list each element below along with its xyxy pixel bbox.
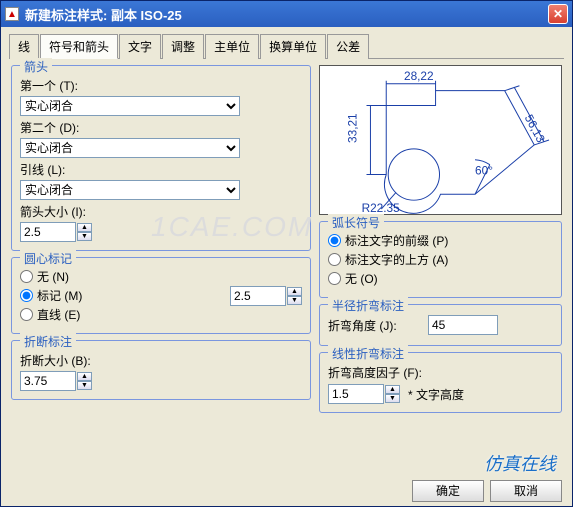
jog-factor-label: 折弯高度因子 (F): bbox=[328, 364, 553, 381]
app-icon: ▲ bbox=[5, 7, 19, 21]
tab-text[interactable]: 文字 bbox=[119, 34, 161, 59]
preview-dim-ang: 60° bbox=[475, 164, 493, 178]
arc-none-radio[interactable] bbox=[328, 272, 341, 285]
arc-above-label: 标注文字的上方 (A) bbox=[345, 251, 448, 268]
preview-dim-top: 28,22 bbox=[404, 69, 434, 83]
center-mark-radio[interactable] bbox=[20, 289, 33, 302]
leader-combo[interactable]: 实心闭合 bbox=[20, 180, 240, 200]
group-center-title: 圆心标记 bbox=[20, 250, 76, 267]
break-size-spin[interactable]: ▲▼ bbox=[77, 372, 92, 390]
dialog-title: 新建标注样式: 副本 ISO-25 bbox=[25, 5, 548, 24]
center-line-radio[interactable] bbox=[20, 308, 33, 321]
watermark-bottom-right: 仿真在线 bbox=[484, 450, 556, 476]
first-arrow-combo[interactable]: 实心闭合 bbox=[20, 96, 240, 116]
tab-strip: 线 符号和箭头 文字 调整 主单位 换算单位 公差 bbox=[9, 33, 564, 59]
group-center-mark: 圆心标记 无 (N) 标记 (M) 直线 (E) ▲▼ bbox=[11, 257, 311, 334]
second-arrow-label: 第二个 (D): bbox=[20, 119, 302, 136]
preview-svg: 28,22 33,21 56,13 R22.35 60° bbox=[320, 66, 561, 214]
group-arc-length: 弧长符号 标注文字的前缀 (P) 标注文字的上方 (A) 无 (O) bbox=[319, 221, 562, 298]
group-arrows: 箭头 第一个 (T): 实心闭合 第二个 (D): 实心闭合 引线 (L): 实… bbox=[11, 65, 311, 251]
arc-none-label: 无 (O) bbox=[345, 270, 378, 287]
ok-button[interactable]: 确定 bbox=[412, 480, 484, 502]
dialog-window: ▲ 新建标注样式: 副本 ISO-25 ✕ 线 符号和箭头 文字 调整 主单位 … bbox=[0, 0, 573, 507]
tab-line[interactable]: 线 bbox=[9, 34, 39, 59]
second-arrow-combo[interactable]: 实心闭合 bbox=[20, 138, 240, 158]
preview-pane: 28,22 33,21 56,13 R22.35 60° bbox=[319, 65, 562, 215]
arrow-size-spin[interactable]: ▲▼ bbox=[77, 223, 92, 241]
center-size-input[interactable] bbox=[230, 286, 286, 306]
center-size-spin[interactable]: ▲▼ bbox=[287, 287, 302, 305]
leader-label: 引线 (L): bbox=[20, 161, 302, 178]
center-line-label: 直线 (E) bbox=[37, 306, 80, 323]
tab-alt-units[interactable]: 换算单位 bbox=[260, 34, 326, 59]
arrow-size-label: 箭头大小 (I): bbox=[20, 203, 302, 220]
group-break-title: 折断标注 bbox=[20, 333, 76, 350]
titlebar: ▲ 新建标注样式: 副本 ISO-25 ✕ bbox=[1, 1, 572, 27]
group-linear-jog: 线性折弯标注 折弯高度因子 (F): ▲▼ * 文字高度 bbox=[319, 352, 562, 413]
arrow-size-input[interactable] bbox=[20, 222, 76, 242]
break-size-input[interactable] bbox=[20, 371, 76, 391]
arc-above-radio[interactable] bbox=[328, 253, 341, 266]
group-radius-jog: 半径折弯标注 折弯角度 (J): bbox=[319, 304, 562, 346]
preview-dim-r: R22.35 bbox=[362, 201, 401, 214]
tab-primary-units[interactable]: 主单位 bbox=[205, 34, 259, 59]
group-radjog-title: 半径折弯标注 bbox=[328, 297, 408, 314]
group-arc-title: 弧长符号 bbox=[328, 214, 384, 231]
tab-symbols-arrows[interactable]: 符号和箭头 bbox=[40, 34, 118, 59]
center-mark-label: 标记 (M) bbox=[37, 287, 82, 304]
button-bar: 确定 取消 bbox=[412, 480, 562, 502]
group-break: 折断标注 折断大小 (B): ▲▼ bbox=[11, 340, 311, 400]
jog-factor-spin[interactable]: ▲▼ bbox=[385, 385, 400, 403]
arc-before-radio[interactable] bbox=[328, 234, 341, 247]
jog-angle-label: 折弯角度 (J): bbox=[328, 317, 428, 334]
center-none-radio[interactable] bbox=[20, 270, 33, 283]
close-button[interactable]: ✕ bbox=[548, 4, 568, 24]
arc-before-label: 标注文字的前缀 (P) bbox=[345, 232, 448, 249]
first-arrow-label: 第一个 (T): bbox=[20, 77, 302, 94]
tab-fit[interactable]: 调整 bbox=[162, 34, 204, 59]
preview-dim-left: 33,21 bbox=[346, 113, 360, 143]
dialog-body: 箭头 第一个 (T): 实心闭合 第二个 (D): 实心闭合 引线 (L): 实… bbox=[1, 59, 572, 427]
tab-tolerance[interactable]: 公差 bbox=[327, 34, 369, 59]
center-none-label: 无 (N) bbox=[37, 268, 69, 285]
group-linjog-title: 线性折弯标注 bbox=[328, 345, 408, 362]
cancel-button[interactable]: 取消 bbox=[490, 480, 562, 502]
break-size-label: 折断大小 (B): bbox=[20, 352, 302, 369]
jog-factor-suffix: * 文字高度 bbox=[408, 386, 464, 403]
jog-angle-input[interactable] bbox=[428, 315, 498, 335]
group-arrows-title: 箭头 bbox=[20, 58, 52, 75]
jog-factor-input[interactable] bbox=[328, 384, 384, 404]
